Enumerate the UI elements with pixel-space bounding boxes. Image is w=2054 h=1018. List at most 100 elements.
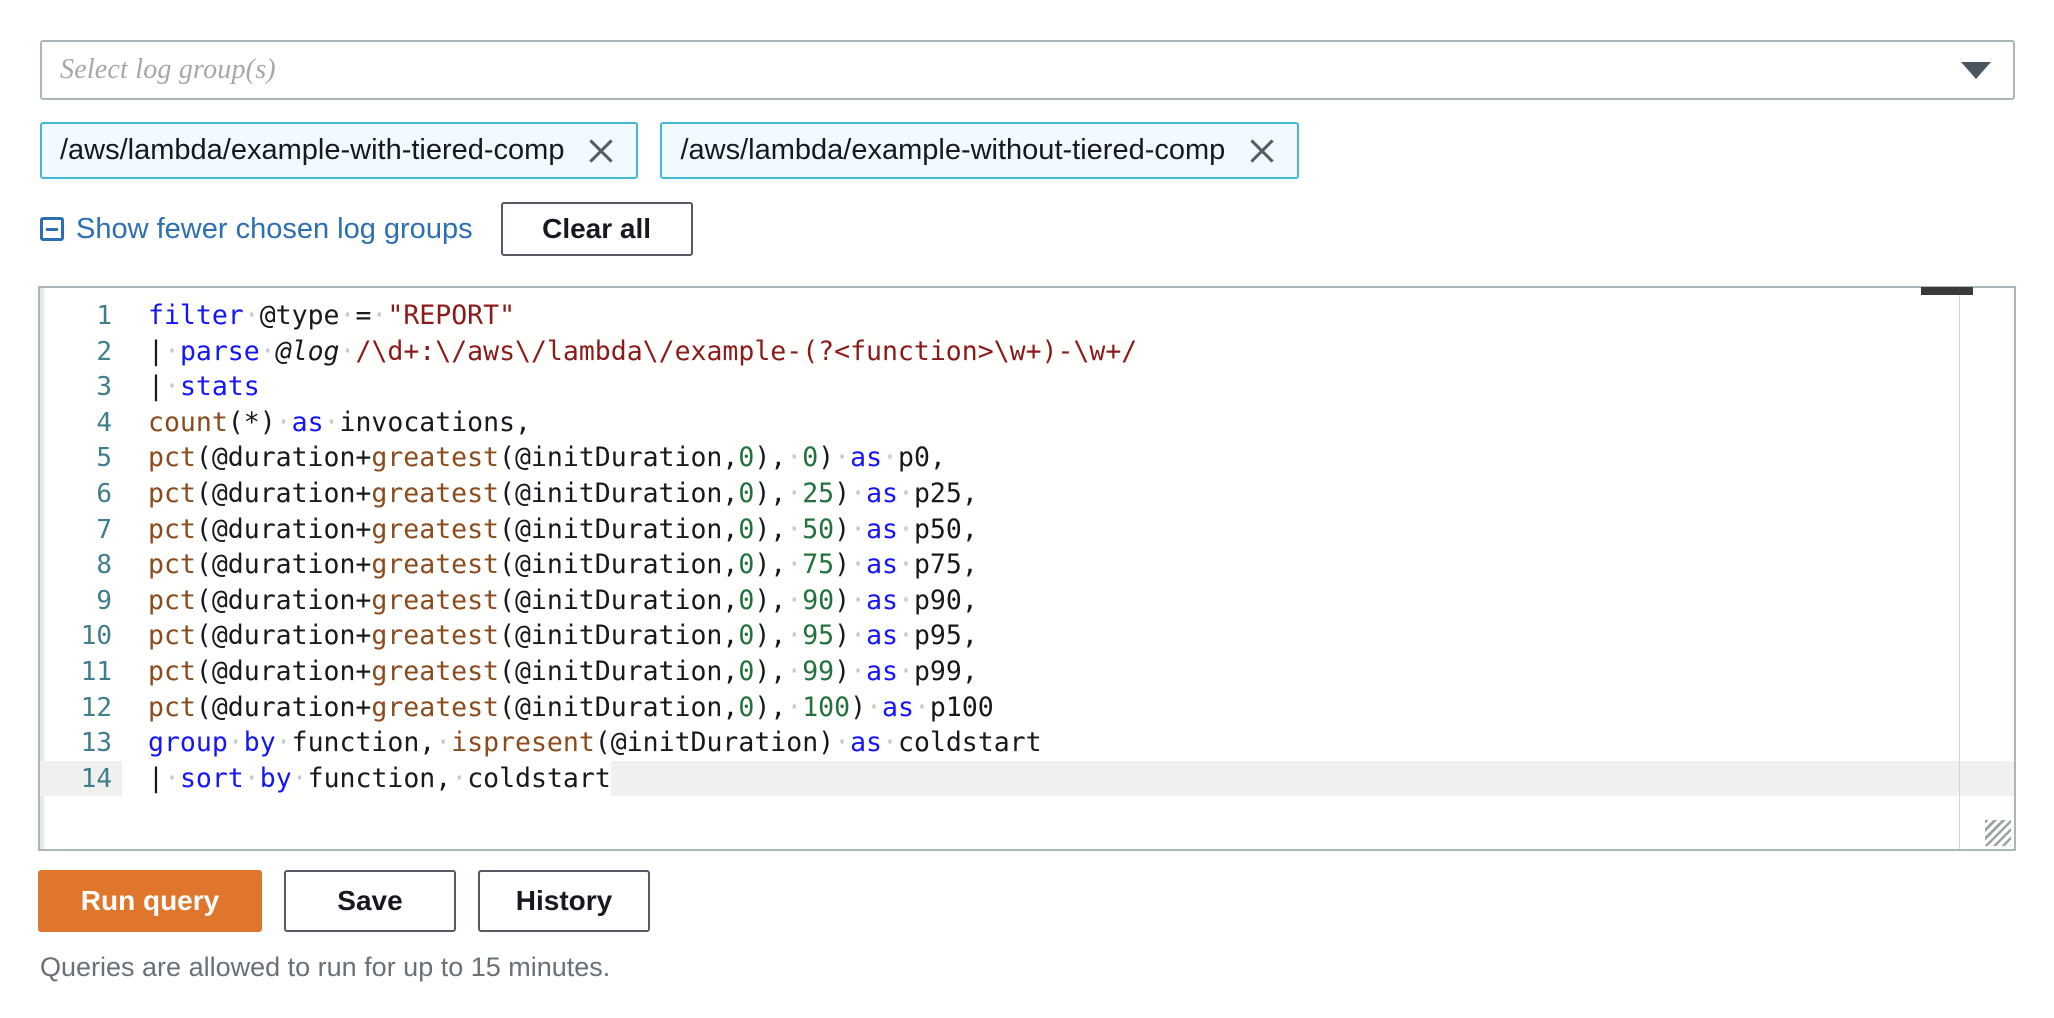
code-line-content: pct(@duration+greatest(@initDuration,0),… <box>122 618 978 654</box>
code-token: @type <box>259 300 340 331</box>
code-token: coldstart <box>897 727 1042 759</box>
editor-resize-grip[interactable] <box>1985 820 2011 846</box>
code-line[interactable]: 3 |·stats <box>40 369 2014 405</box>
code-line[interactable]: 2 |·parse·@log·/\d+:\/aws\/lambda\/exampl… <box>40 334 2014 370</box>
code-token: as <box>866 620 898 652</box>
collapse-minus-icon <box>40 217 64 241</box>
code-token: p50, <box>913 513 978 545</box>
code-token: function, <box>291 727 436 759</box>
code-token: ) <box>834 549 851 581</box>
code-token: · <box>834 727 851 759</box>
code-line[interactable]: 9 pct(@duration+greatest(@initDuration,0)… <box>40 583 2014 619</box>
code-token: · <box>323 406 340 438</box>
code-token: · <box>786 691 803 723</box>
code-token: · <box>882 727 898 759</box>
code-line[interactable]: 14 |·sort·by·function,·coldstart <box>40 760 2014 797</box>
code-token: 0 <box>738 549 755 581</box>
clear-all-button[interactable]: Clear all <box>500 202 693 256</box>
code-token: greatest <box>371 477 500 509</box>
code-token: by <box>243 727 276 759</box>
code-token: 90 <box>802 584 835 616</box>
code-token: stats <box>179 371 260 403</box>
code-line[interactable]: 7 pct(@duration+greatest(@initDuration,0)… <box>40 512 2014 548</box>
history-button[interactable]: History <box>478 870 650 932</box>
code-token: as <box>866 513 898 545</box>
code-token: 0 <box>738 620 755 652</box>
code-token: · <box>786 620 803 652</box>
code-token: p90, <box>913 584 978 616</box>
show-fewer-log-groups-link[interactable]: Show fewer chosen log groups <box>40 213 473 246</box>
code-line[interactable]: 8 pct(@duration+greatest(@initDuration,0)… <box>40 547 2014 583</box>
code-token: invocations, <box>339 406 531 438</box>
code-line-content: |·sort·by·function,·coldstart <box>122 760 611 797</box>
code-token: 75 <box>802 549 835 581</box>
code-token: · <box>850 549 867 581</box>
code-token: · <box>243 300 260 331</box>
code-token: p99, <box>913 655 978 687</box>
code-token: as <box>866 549 898 581</box>
code-line[interactable]: 1 filter·@type·=·"REPORT" <box>40 298 2014 334</box>
log-group-controls: Show fewer chosen log groups Clear all <box>40 202 693 256</box>
code-line[interactable]: 6 pct(@duration+greatest(@initDuration,0)… <box>40 476 2014 512</box>
log-group-token[interactable]: /aws/lambda/example-with-tiered-comp <box>40 122 639 179</box>
code-token: ), <box>754 549 787 581</box>
code-token: (@initDuration, <box>499 620 739 652</box>
log-group-select[interactable]: Select log group(s) <box>40 40 2015 100</box>
code-token: pct <box>148 442 196 474</box>
code-token: greatest <box>371 691 500 723</box>
code-token: greatest <box>371 584 500 616</box>
run-query-button[interactable]: Run query <box>38 870 262 932</box>
code-token: 0 <box>738 442 755 474</box>
close-icon[interactable] <box>1247 136 1277 166</box>
code-token: (@initDuration, <box>499 513 739 545</box>
code-line-content: |·parse·@log·/\d+:\/aws\/lambda\/example… <box>122 334 1137 370</box>
code-line[interactable]: 5 pct(@duration+greatest(@initDuration,0)… <box>40 440 2014 476</box>
code-token: · <box>786 584 803 616</box>
editor-scrollbar-thumb[interactable] <box>1921 287 1973 295</box>
code-line[interactable]: 10 pct(@duration+greatest(@initDuration,0… <box>40 618 2014 654</box>
log-group-select-placeholder: Select log group(s) <box>60 54 276 85</box>
line-number: 11 <box>80 656 112 687</box>
code-line-content: pct(@duration+greatest(@initDuration,0),… <box>122 547 978 583</box>
line-number: 6 <box>96 478 112 509</box>
code-token: coldstart <box>467 762 611 794</box>
close-icon[interactable] <box>586 136 616 166</box>
code-token: (@initDuration, <box>499 584 739 616</box>
code-line[interactable]: 12 pct(@duration+greatest(@initDuration,0… <box>40 690 2014 726</box>
code-token: 50 <box>802 513 835 545</box>
code-line[interactable]: 4 count(*)·as·invocations, <box>40 405 2014 441</box>
code-token: · <box>897 655 914 687</box>
code-token: · <box>227 727 244 759</box>
code-token: | <box>148 371 164 403</box>
code-token: · <box>275 406 292 438</box>
code-token: 99 <box>802 655 835 687</box>
code-token: count <box>148 406 228 438</box>
code-token: · <box>897 549 914 581</box>
code-token: · <box>275 727 292 759</box>
code-token: p100 <box>929 691 994 723</box>
line-number: 2 <box>96 336 112 367</box>
code-token: function, <box>307 762 452 794</box>
code-token: 95 <box>802 620 835 652</box>
query-code-lines[interactable]: 1 filter·@type·=·"REPORT" 2 |·parse·@log·/\… <box>40 298 2014 849</box>
query-runtime-note: Queries are allowed to run for up to 15 … <box>40 952 611 982</box>
code-line[interactable]: 13 group·by·function,·ispresent(@initDura… <box>40 725 2014 761</box>
code-token: ) <box>834 584 851 616</box>
save-button[interactable]: Save <box>284 870 456 932</box>
code-line-content: pct(@duration+greatest(@initDuration,0),… <box>122 512 978 548</box>
code-token: (@duration+ <box>195 477 372 509</box>
code-token: | <box>148 335 164 367</box>
code-token: p25, <box>913 477 978 509</box>
code-token: · <box>786 442 803 474</box>
code-token: ispresent <box>451 727 595 759</box>
code-token: 25 <box>802 477 835 509</box>
code-token: ) <box>834 620 851 652</box>
code-token: 100 <box>802 691 851 723</box>
query-editor[interactable]: 1 filter·@type·=·"REPORT" 2 |·parse·@log·/\… <box>38 286 2016 851</box>
code-token: as <box>882 691 914 723</box>
code-line[interactable]: 11 pct(@duration+greatest(@initDuration,0… <box>40 654 2014 690</box>
log-group-token[interactable]: /aws/lambda/example-without-tiered-comp <box>660 122 1300 179</box>
code-token: · <box>371 300 388 331</box>
code-token: ), <box>754 442 787 474</box>
chevron-down-icon[interactable] <box>1961 61 1991 79</box>
